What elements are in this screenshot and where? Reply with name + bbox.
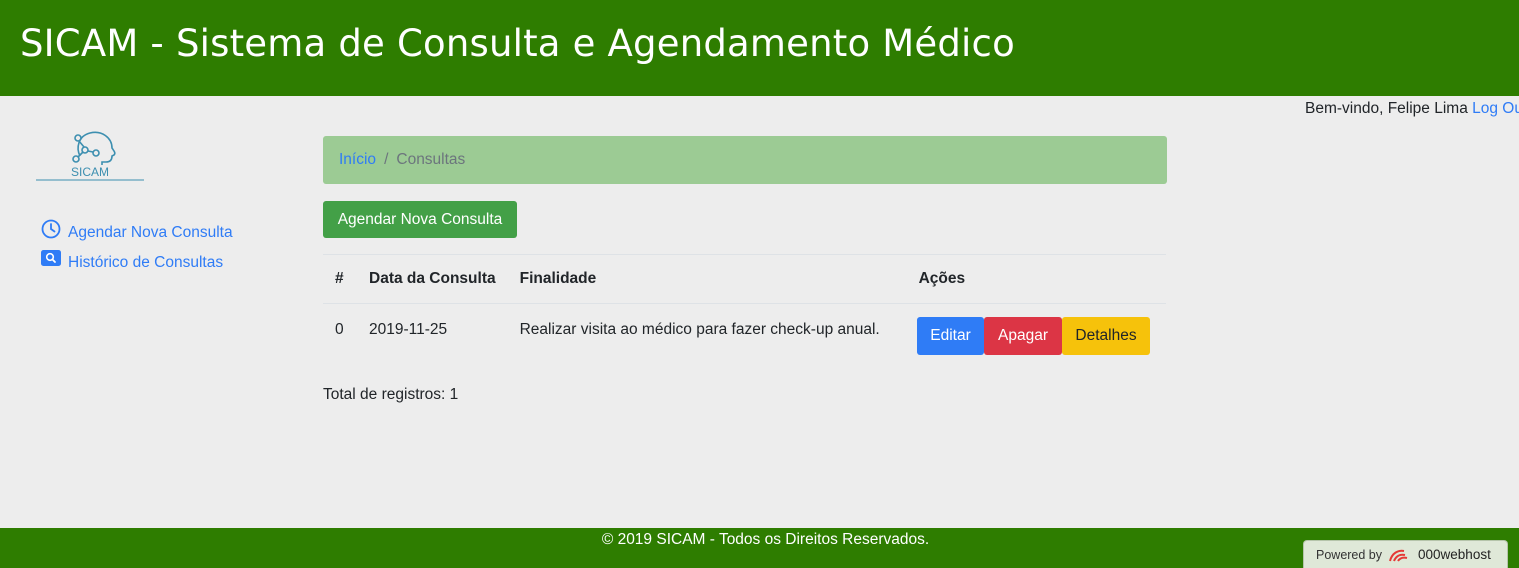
welcome-bar: Bem-vindo, Felipe Lima Log Out [1305,100,1519,120]
new-appointment-button[interactable]: Agendar Nova Consulta [323,201,517,238]
webhost-logo-icon [1388,547,1412,563]
breadcrumb-separator: / [384,151,389,168]
column-header-date: Data da Consulta [357,254,508,304]
logo-text: SICAM [71,165,109,179]
column-header-actions: Ações [906,254,1166,304]
powered-by-label: Powered by [1316,547,1383,562]
logout-link[interactable]: Log Out [1472,100,1519,117]
breadcrumb-current: Consultas [396,151,466,168]
welcome-text: Bem-vindo, Felipe Lima [1305,100,1468,117]
sidebar-item-label: Agendar Nova Consulta [68,224,233,241]
sidebar-item-history[interactable]: Histórico de Consultas [40,248,233,278]
delete-button[interactable]: Apagar [984,317,1062,355]
sidebar-item-label: Histórico de Consultas [68,254,224,271]
footer: © 2019 SICAM - Todos os Direitos Reserva… [0,528,1519,568]
search-icon [40,248,62,270]
details-button[interactable]: Detalhes [1062,317,1150,355]
table-header-row: # Data da Consulta Finalidade Ações [323,254,1166,304]
cell-date: 2019-11-25 [369,321,448,338]
footer-copyright: © 2019 SICAM - Todos os Direitos Reserva… [601,531,930,548]
total-records: Total de registros: 1 [323,386,459,403]
column-header-purpose: Finalidade [507,254,907,304]
sidebar: Agendar Nova Consulta Histórico de Consu… [40,218,233,278]
app-title: SICAM - Sistema de Consulta e Agendament… [20,22,1015,65]
app-header: SICAM - Sistema de Consulta e Agendament… [0,0,1519,96]
powered-by-badge[interactable]: Powered by 000webhost [1303,540,1508,568]
breadcrumb: Início / Consultas [323,136,1167,184]
cell-id: 0 [335,321,344,338]
clock-icon [40,218,62,240]
sicam-logo: SICAM [36,126,144,182]
powered-by-brand: 000webhost [1418,547,1491,562]
breadcrumb-home-link[interactable]: Início [339,151,376,169]
edit-button[interactable]: Editar [917,317,984,355]
column-header-id: # [323,254,357,304]
sidebar-item-new-appointment[interactable]: Agendar Nova Consulta [40,218,233,248]
cell-purpose: Realizar visita ao médico para fazer che… [519,321,880,338]
